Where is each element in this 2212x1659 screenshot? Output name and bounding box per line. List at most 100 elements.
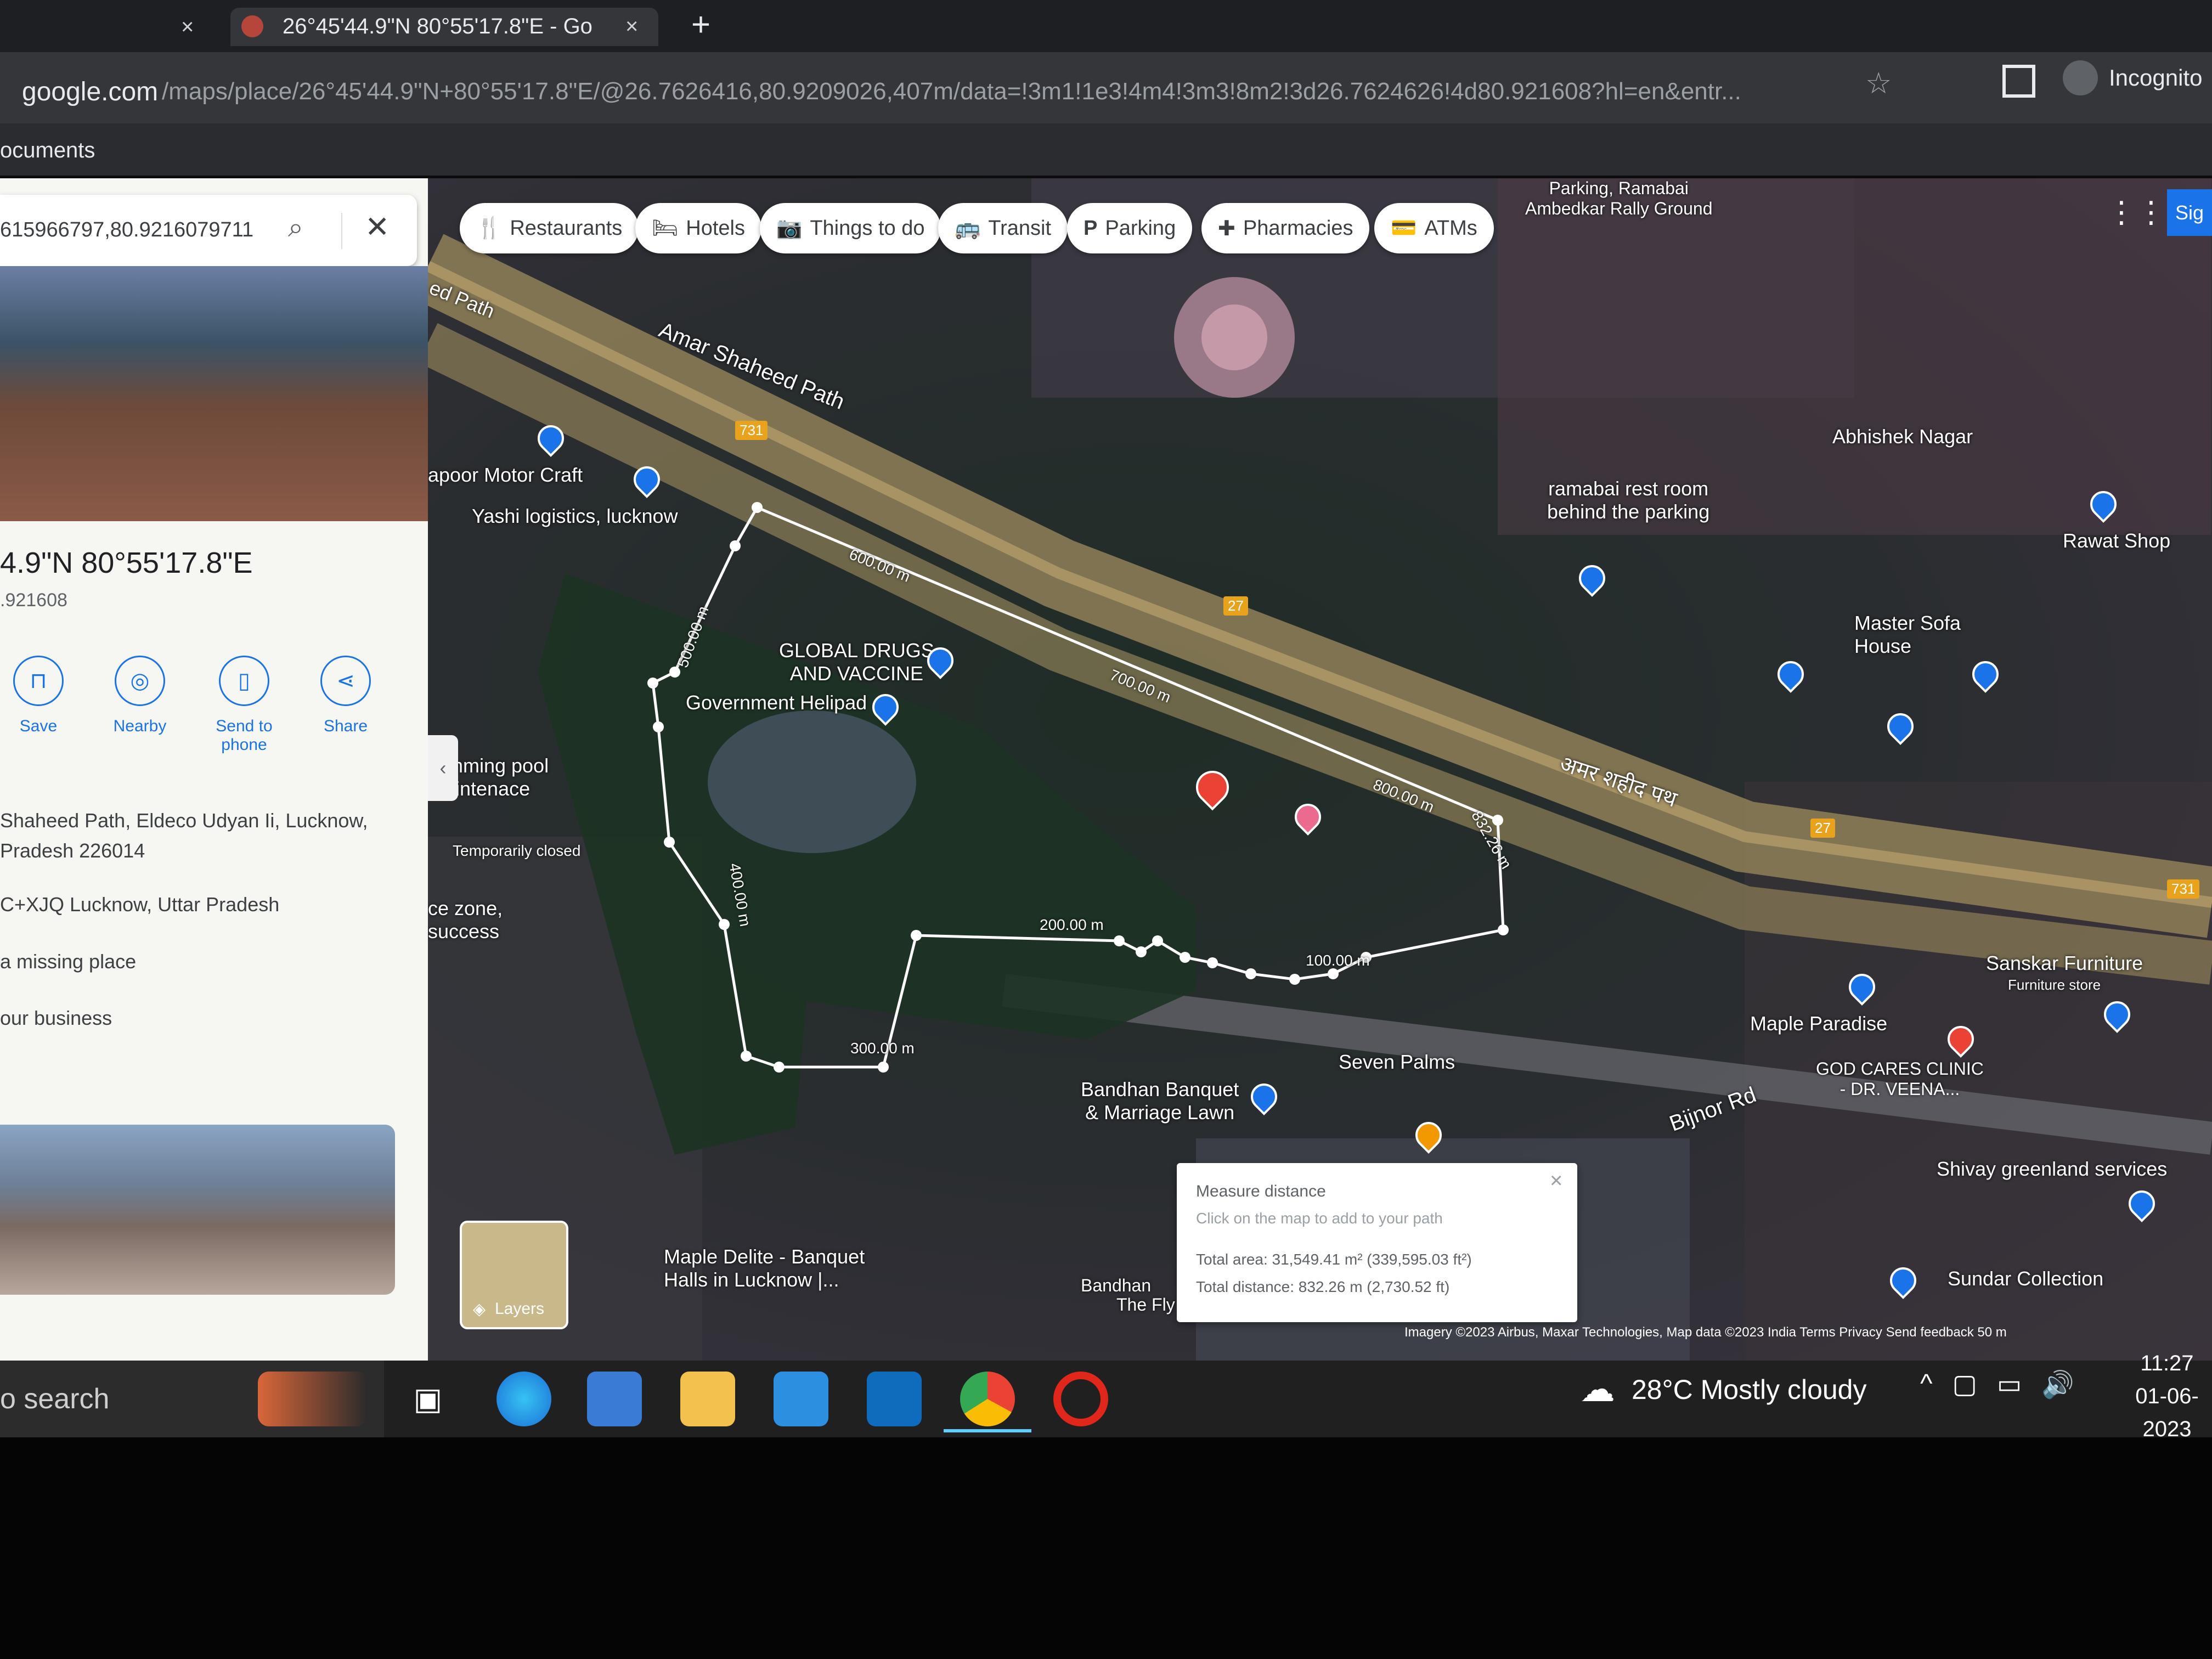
- system-tray[interactable]: ^ ▢ ▭ 🔊: [1920, 1369, 2074, 1400]
- camera-icon: 📷: [776, 217, 803, 240]
- incognito-badge[interactable]: Incognito: [2063, 60, 2202, 95]
- label-master-sofa[interactable]: Master Sofa House: [1854, 612, 1961, 658]
- tab-active[interactable]: 26°45'44.9"N 80°55'17.8"E - Go ×: [230, 8, 658, 46]
- tab-close-icon[interactable]: ×: [181, 15, 194, 40]
- label-ramabai-rest-room[interactable]: ramabai rest room behind the parking: [1547, 477, 1709, 523]
- plus-code[interactable]: C+XJQ Lucknow, Uttar Pradesh: [0, 893, 279, 916]
- add-business-link[interactable]: our business: [0, 1007, 112, 1030]
- new-tab-button[interactable]: +: [691, 5, 710, 43]
- label-god-cares-clinic[interactable]: GOD CARES CLINIC - DR. VEENA...: [1816, 1059, 1984, 1099]
- chip-restaurants[interactable]: 🍴 Restaurants: [460, 203, 639, 253]
- label-temporarily-closed: Temporarily closed: [453, 842, 581, 859]
- send-to-phone-button[interactable]: ▯ Send to phone: [203, 656, 285, 754]
- outlook-icon[interactable]: [867, 1372, 922, 1426]
- restaurant-icon: 🍴: [476, 217, 503, 240]
- measure-label: 300.00 m: [850, 1040, 915, 1057]
- address-line-2[interactable]: Pradesh 226014: [0, 839, 145, 862]
- bookmarks-bar: [0, 123, 2212, 176]
- chip-things-to-do[interactable]: 📷 Things to do: [760, 203, 941, 253]
- label-seven-palms[interactable]: Seven Palms: [1339, 1051, 1455, 1074]
- label-shivay-greenland[interactable]: Shivay greenland services: [1937, 1158, 2167, 1181]
- address-line-1[interactable]: Shaheed Path, Eldeco Udyan Ii, Lucknow,: [0, 809, 368, 832]
- incognito-icon: [2063, 60, 2098, 95]
- layers-button[interactable]: ◈ Layers: [460, 1221, 568, 1329]
- measure-label: 200.00 m: [1040, 916, 1104, 933]
- clock[interactable]: 11:27 01-06-2023: [2112, 1347, 2212, 1446]
- share-button[interactable]: ⋖ Share: [304, 656, 387, 736]
- label-apoor-motor[interactable]: apoor Motor Craft: [428, 464, 583, 487]
- label-parking-ground[interactable]: Parking, Ramabai Ambedkar Rally Ground: [1525, 178, 1712, 219]
- nearby-button[interactable]: ◎ Nearby: [99, 656, 181, 736]
- battery-icon[interactable]: ▭: [1997, 1369, 2022, 1400]
- mail-icon[interactable]: [774, 1372, 828, 1426]
- side-panel-icon[interactable]: [2002, 65, 2035, 98]
- microsoft-store-icon[interactable]: [587, 1372, 642, 1426]
- search-icon[interactable]: ⌕: [288, 211, 303, 244]
- label-sanskar-furniture[interactable]: Sanskar Furniture: [1986, 952, 2143, 975]
- sign-in-button[interactable]: Sig: [2167, 189, 2212, 236]
- task-view-icon[interactable]: ▣: [400, 1372, 455, 1426]
- clock-date: 01-06-2023: [2135, 1384, 2199, 1441]
- label-the-fly[interactable]: The Fly: [1116, 1295, 1175, 1315]
- chevron-up-icon[interactable]: ^: [1920, 1369, 1933, 1400]
- map-attribution[interactable]: Imagery ©2023 Airbus, Maxar Technologies…: [1404, 1325, 2007, 1340]
- chip-pharmacies[interactable]: ✚ Pharmacies: [1201, 203, 1370, 253]
- label-yashi-logistics[interactable]: Yashi logistics, lucknow: [472, 505, 678, 528]
- label-maple-paradise[interactable]: Maple Paradise: [1750, 1012, 1887, 1035]
- file-explorer-icon[interactable]: [680, 1372, 735, 1426]
- label-bandhan-banquet[interactable]: Bandhan Banquet & Marriage Lawn: [1081, 1078, 1239, 1124]
- street-view-photo[interactable]: [0, 1125, 395, 1295]
- close-icon[interactable]: ✕: [365, 210, 390, 244]
- highway-shield-27: 27: [1223, 596, 1248, 616]
- opera-icon[interactable]: [1053, 1372, 1108, 1426]
- measure-close-icon[interactable]: ×: [1550, 1169, 1562, 1193]
- label-bandhan[interactable]: Bandhan: [1081, 1276, 1151, 1296]
- monitor-bezel: [0, 1437, 2212, 1659]
- search-input[interactable]: 615966797,80.9216079711: [0, 218, 269, 242]
- chip-transit[interactable]: 🚌 Transit: [938, 203, 1068, 253]
- maps-favicon-icon: [241, 15, 263, 37]
- label-rawat-shop[interactable]: Rawat Shop: [2063, 529, 2170, 552]
- measure-distance-card: Measure distance Click on the map to add…: [1177, 1163, 1577, 1322]
- chip-label: Transit: [988, 216, 1052, 240]
- highway-shield-27-east: 27: [1810, 819, 1835, 838]
- apps-grid-icon[interactable]: ⋮⋮: [2107, 195, 2166, 229]
- label-ce-zone[interactable]: ce zone, success: [428, 897, 503, 943]
- search-highlight-image: [258, 1372, 368, 1426]
- layers-icon: ◈: [473, 1300, 486, 1318]
- chip-label: Pharmacies: [1243, 216, 1353, 240]
- tab-close-icon[interactable]: ×: [625, 14, 638, 39]
- label-sundar-collection[interactable]: Sundar Collection: [1948, 1267, 2103, 1290]
- add-missing-place-link[interactable]: a missing place: [0, 950, 136, 973]
- chip-label: ATMs: [1424, 216, 1477, 240]
- transit-icon: 🚌: [955, 217, 981, 240]
- save-button[interactable]: ⊓ Save: [0, 656, 80, 736]
- edge-browser-icon[interactable]: [496, 1372, 551, 1426]
- place-photo[interactable]: [0, 266, 428, 521]
- bookmark-documents[interactable]: ocuments: [0, 138, 95, 163]
- share-icon: ⋖: [320, 656, 371, 706]
- bookmark-icon: ⊓: [13, 656, 64, 706]
- atm-icon: 💳: [1391, 217, 1417, 240]
- label-global-drugs[interactable]: GLOBAL DRUGS AND VACCINE: [779, 639, 934, 685]
- chip-atms[interactable]: 💳 ATMs: [1374, 203, 1494, 253]
- layers-label: Layers: [495, 1300, 545, 1318]
- chip-hotels[interactable]: 🛏 Hotels: [635, 203, 761, 253]
- collapse-panel-button[interactable]: ‹: [428, 735, 458, 801]
- url-path: /maps/place/26°45'44.9"N+80°55'17.8"E/@2…: [162, 78, 1741, 105]
- taskbar-search-text[interactable]: o search: [0, 1383, 109, 1415]
- star-icon[interactable]: ☆: [1865, 66, 1892, 100]
- volume-icon[interactable]: 🔊: [2041, 1369, 2074, 1400]
- measure-hint: Click on the map to add to your path: [1196, 1210, 1443, 1227]
- label-abhishek-nagar[interactable]: Abhishek Nagar: [1832, 425, 1973, 448]
- chip-label: Hotels: [686, 216, 745, 240]
- chrome-icon[interactable]: [960, 1372, 1015, 1426]
- chip-parking[interactable]: P Parking: [1067, 203, 1193, 253]
- weather-widget[interactable]: ☁ 28°C Mostly cloudy: [1580, 1369, 1867, 1410]
- label-maple-delite[interactable]: Maple Delite - Banquet Halls in Lucknow …: [664, 1245, 865, 1291]
- highway-shield-731: 731: [735, 421, 768, 440]
- tab-inactive[interactable]: ×: [0, 8, 219, 46]
- tab-title: 26°45'44.9"N 80°55'17.8"E - Go: [283, 14, 592, 38]
- meet-now-icon[interactable]: ▢: [1953, 1369, 1977, 1400]
- label-government-helipad[interactable]: Government Helipad: [686, 691, 867, 714]
